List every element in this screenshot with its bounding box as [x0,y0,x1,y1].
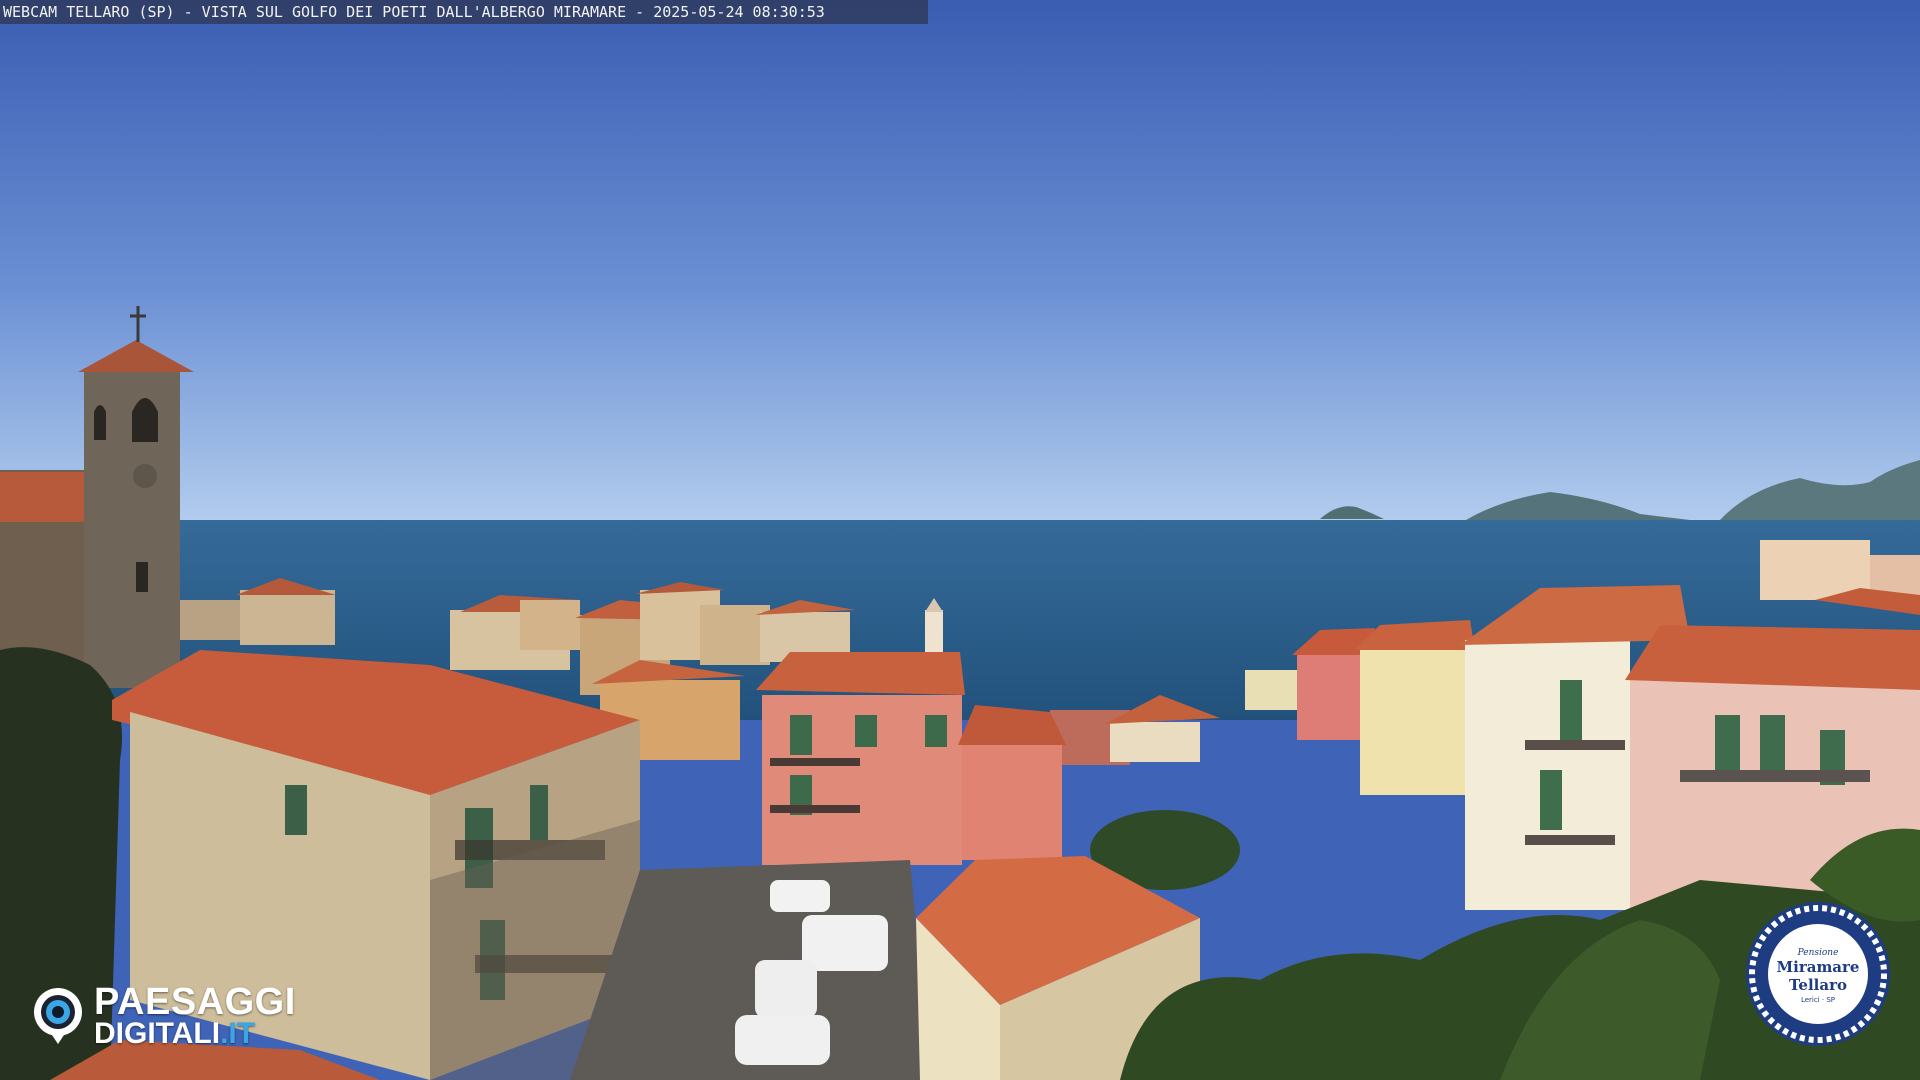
camera-pin-icon [34,988,82,1044]
brand-line2-main: DIGITALI [94,1017,221,1050]
badge-name-line2: Tellaro [1788,976,1847,994]
brand-line2: DIGITALI.IT [94,1018,255,1050]
paesaggi-digitali-logo: PAESAGGI DIGITALI.IT [28,982,338,1052]
sky [0,0,1920,525]
badge-name-line1: Miramare [1776,958,1860,976]
badge-name: Miramare Tellaro [1744,958,1892,994]
landscape-image [0,0,1920,1080]
badge-small-text: Pensione [1797,948,1839,958]
badge-sub-text: Lerici · SP [1800,996,1836,1004]
miramare-tellaro-badge: Pensione Miramare Tellaro Lerici · SP [1744,900,1892,1048]
webcam-view: WEBCAM TELLARO (SP) - VISTA SUL GOLFO DE… [0,0,1920,1080]
brand-line1: PAESAGGI [94,981,296,1023]
webcam-caption: WEBCAM TELLARO (SP) - VISTA SUL GOLFO DE… [0,0,928,24]
brand-line2-tld: .IT [220,1017,256,1050]
